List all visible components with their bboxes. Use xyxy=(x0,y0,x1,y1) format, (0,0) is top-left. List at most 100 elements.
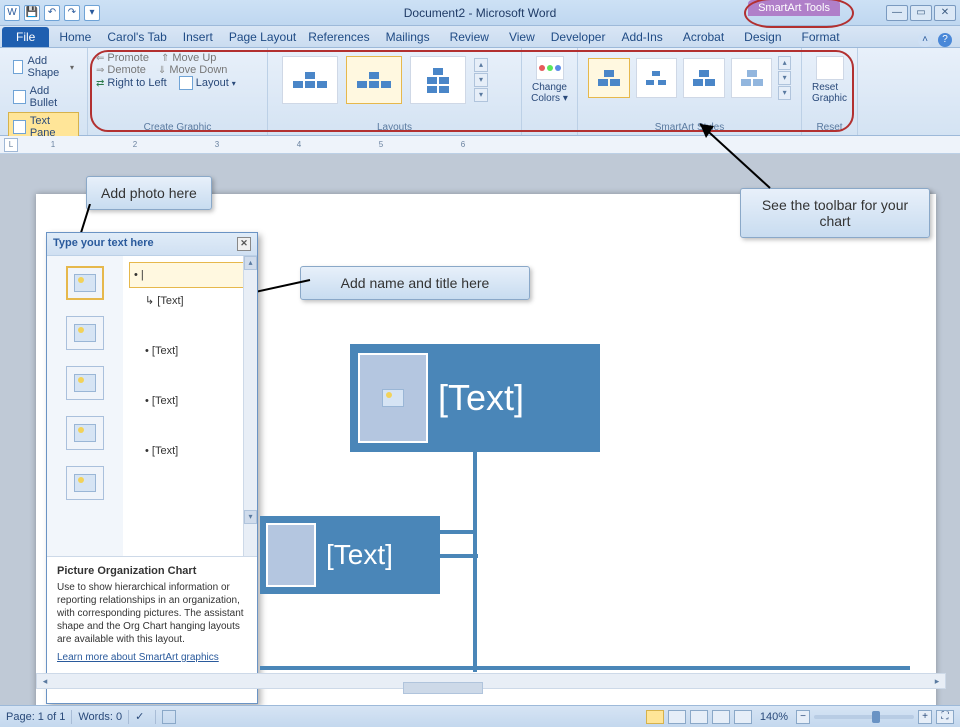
change-colors-button[interactable]: ChangeColors ▾ xyxy=(530,52,569,104)
tab-pagelayout[interactable]: Page Layout xyxy=(223,27,302,47)
text-pane-learn-more-link[interactable]: Learn more about SmartArt graphics xyxy=(57,652,219,663)
text-pane-item[interactable]: • | xyxy=(129,262,251,288)
status-mode-icon[interactable] xyxy=(162,710,176,724)
smartart-node-text[interactable]: [Text] xyxy=(326,539,393,571)
tab-selector[interactable]: L xyxy=(4,138,18,152)
close-button[interactable]: ✕ xyxy=(934,5,956,21)
zoom-in-button[interactable]: + xyxy=(918,710,932,724)
tab-developer[interactable]: Developer xyxy=(545,27,612,47)
layout-button[interactable]: Layout ▾ xyxy=(179,76,236,90)
text-pane-item[interactable]: • [Text] xyxy=(129,339,251,363)
layouts-scroll[interactable]: ▴▾▾ xyxy=(474,58,488,102)
styles-down-icon[interactable]: ▾ xyxy=(778,71,791,85)
change-colors-label: ChangeColors ▾ xyxy=(531,82,568,104)
reset-graphic-button[interactable]: ResetGraphic xyxy=(810,52,849,104)
ruler: L 1 2 3 4 5 6 xyxy=(0,136,960,154)
scroll-up-icon[interactable]: ▴ xyxy=(244,256,257,270)
add-bullet-button[interactable]: Add Bullet xyxy=(8,82,79,112)
ruler-mark: 5 xyxy=(376,140,386,149)
text-pane-item[interactable]: • [Text] xyxy=(129,389,251,413)
layout-option-1[interactable] xyxy=(282,56,338,104)
undo-icon[interactable]: ↶ xyxy=(44,5,60,21)
demote-button[interactable]: ⇒Demote xyxy=(96,64,146,76)
moveup-button[interactable]: ⇑Move Up xyxy=(161,52,216,64)
text-pane-list[interactable]: • | ↳ [Text] • [Text] • [Text] • [Text] … xyxy=(123,256,257,556)
tab-design[interactable]: Design xyxy=(734,27,791,47)
text-pane-close-button[interactable]: ✕ xyxy=(237,237,251,251)
zoom-fit-button[interactable]: ⛶ xyxy=(936,710,954,724)
rtl-button[interactable]: ⇄Right to Left xyxy=(96,77,167,89)
zoom-level[interactable]: 140% xyxy=(760,711,788,723)
style-option-3[interactable] xyxy=(683,58,725,98)
group-reset: ResetGraphic Reset xyxy=(802,48,858,135)
layout-option-2[interactable] xyxy=(346,56,402,104)
text-pane-scrollbar[interactable]: ▴▾ xyxy=(243,256,257,556)
horizontal-scrollbar[interactable]: ◂ ▸ xyxy=(36,673,946,689)
layouts-down-icon[interactable]: ▾ xyxy=(474,73,488,87)
style-option-4[interactable] xyxy=(731,58,773,98)
text-pane-item[interactable]: • [Text] xyxy=(129,439,251,463)
group-colors: ChangeColors ▾ xyxy=(522,48,578,135)
view-draft-button[interactable] xyxy=(734,710,752,724)
layouts-up-icon[interactable]: ▴ xyxy=(474,58,488,72)
qat-more-icon[interactable]: ▾ xyxy=(84,5,100,21)
status-page[interactable]: Page: 1 of 1 xyxy=(6,711,65,723)
minimize-button[interactable]: — xyxy=(886,5,908,21)
tab-mailings[interactable]: Mailings xyxy=(376,27,440,47)
view-print-layout-button[interactable] xyxy=(646,710,664,724)
tab-addins[interactable]: Add-Ins xyxy=(611,27,672,47)
text-pane-header: Type your text here ✕ xyxy=(47,233,257,256)
text-pane-thumb[interactable] xyxy=(66,316,104,350)
zoom-out-button[interactable]: − xyxy=(796,710,810,724)
styles-more-icon[interactable]: ▾ xyxy=(778,86,791,100)
smartart-node-child[interactable]: [Text] xyxy=(260,516,440,594)
text-pane-thumb[interactable] xyxy=(66,416,104,450)
smartart-picture-placeholder[interactable] xyxy=(358,353,428,443)
smartart-node-root[interactable]: [Text] xyxy=(350,344,600,452)
text-pane-thumb[interactable] xyxy=(66,266,104,300)
smartart-picture-placeholder[interactable] xyxy=(266,523,316,587)
zoom-slider[interactable] xyxy=(814,715,914,719)
view-fullscreen-button[interactable] xyxy=(668,710,686,724)
save-icon[interactable]: 💾 xyxy=(24,5,40,21)
word-icon[interactable]: W xyxy=(4,5,20,21)
status-words[interactable]: Words: 0 xyxy=(78,711,122,723)
zoom-slider-thumb[interactable] xyxy=(872,711,880,723)
text-pane-thumb[interactable] xyxy=(66,366,104,400)
layouts-more-icon[interactable]: ▾ xyxy=(474,88,488,102)
redo-icon[interactable]: ↷ xyxy=(64,5,80,21)
tab-acrobat[interactable]: Acrobat xyxy=(673,27,734,47)
minimize-ribbon-icon[interactable]: ˄ xyxy=(918,33,932,47)
tab-review[interactable]: Review xyxy=(440,27,499,47)
scroll-left-icon[interactable]: ◂ xyxy=(37,676,53,687)
view-outline-button[interactable] xyxy=(712,710,730,724)
layout-option-3[interactable] xyxy=(410,56,466,104)
tab-references[interactable]: References xyxy=(302,27,375,47)
demote-icon: ⇒ xyxy=(96,65,104,76)
help-icon[interactable]: ? xyxy=(938,33,952,47)
add-shape-button[interactable]: Add Shape ▾ xyxy=(8,52,79,82)
style-option-2[interactable] xyxy=(636,58,678,98)
styles-scroll[interactable]: ▴▾▾ xyxy=(778,56,791,100)
ruler-mark: 4 xyxy=(294,140,304,149)
style-option-1[interactable] xyxy=(588,58,630,98)
movedown-button[interactable]: ⇓Move Down xyxy=(158,64,227,76)
styles-up-icon[interactable]: ▴ xyxy=(778,56,791,70)
tab-view[interactable]: View xyxy=(499,27,545,47)
tab-format[interactable]: Format xyxy=(792,27,850,47)
promote-button[interactable]: ⇐Promote xyxy=(96,52,149,64)
text-pane-item[interactable]: ↳ [Text] xyxy=(129,288,251,313)
callout-add-photo: Add photo here xyxy=(86,176,212,210)
smartart-node-text[interactable]: [Text] xyxy=(438,377,524,419)
tab-home[interactable]: Home xyxy=(49,27,101,47)
scroll-right-icon[interactable]: ▸ xyxy=(929,676,945,687)
moveup-label: Move Up xyxy=(172,52,216,64)
tab-carols[interactable]: Carol's Tab xyxy=(101,27,172,47)
view-web-button[interactable] xyxy=(690,710,708,724)
text-pane-thumb[interactable] xyxy=(66,466,104,500)
status-proofing-icon[interactable]: ✓ xyxy=(135,710,149,724)
scroll-down-icon[interactable]: ▾ xyxy=(244,510,257,524)
restore-button[interactable]: ▭ xyxy=(910,5,932,21)
file-tab[interactable]: File xyxy=(2,27,49,47)
tab-insert[interactable]: Insert xyxy=(173,27,223,47)
